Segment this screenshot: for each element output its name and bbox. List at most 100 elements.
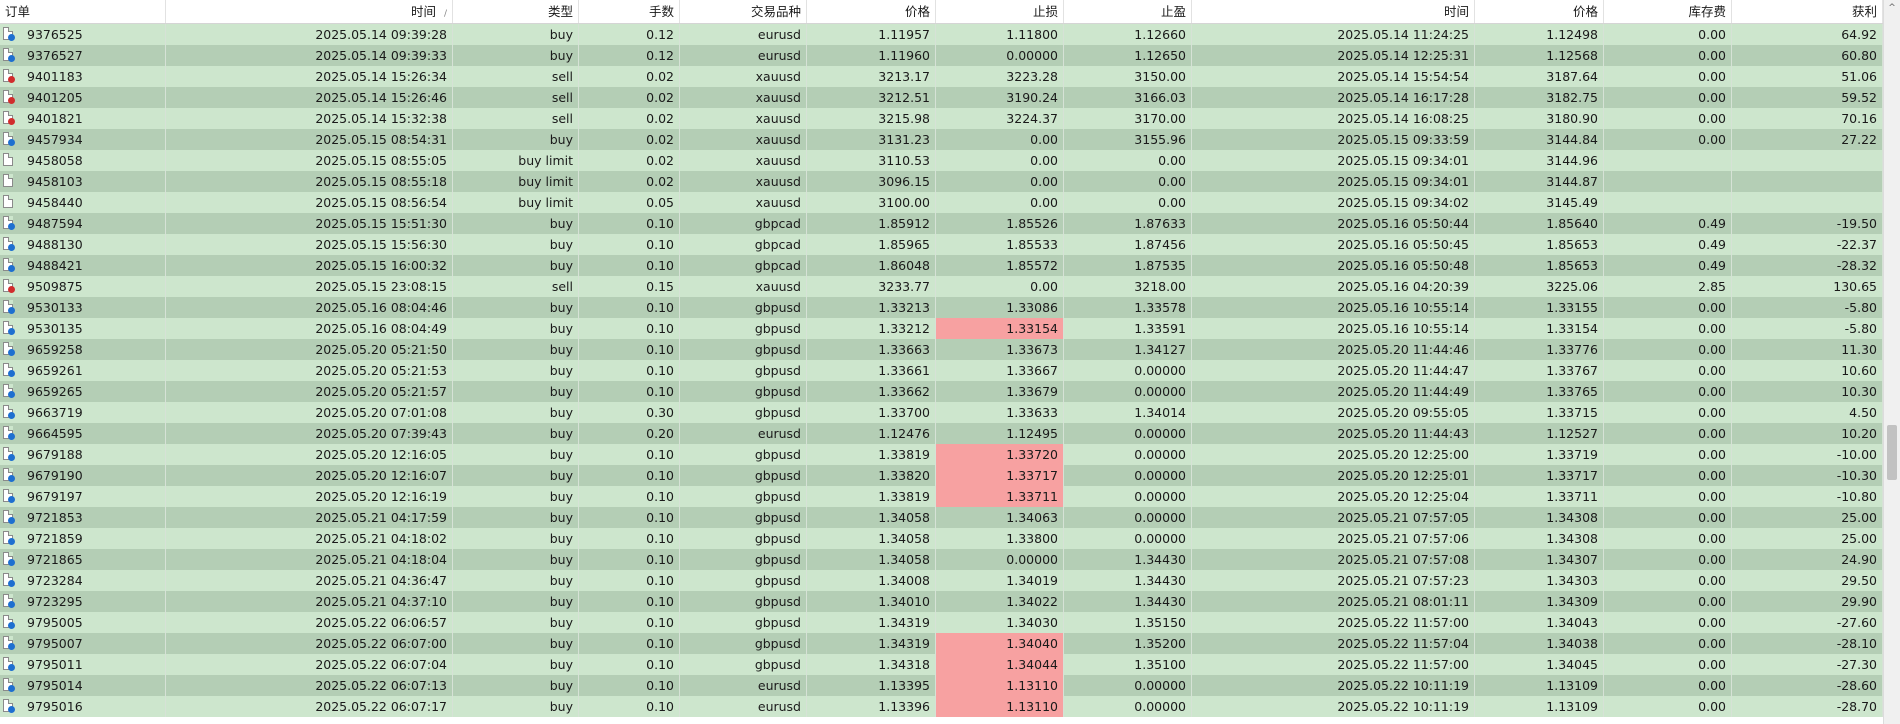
cell-close-price: 1.85653: [1475, 234, 1604, 255]
buy-order-icon: [3, 426, 15, 440]
table-row[interactable]: 9376525 2025.05.14 09:39:28 buy 0.12 eurusd 1…: [0, 24, 1883, 45]
cell-profit: -5.80: [1732, 297, 1883, 318]
table-row[interactable]: 9488421 2025.05.15 16:00:32 buy 0.10 gbpcad 1…: [0, 255, 1883, 276]
table-row[interactable]: 9530135 2025.05.16 08:04:49 buy 0.10 gbpusd 1…: [0, 318, 1883, 339]
buy-order-icon: [3, 384, 15, 398]
table-row[interactable]: 9457934 2025.05.15 08:54:31 buy 0.02 xauusd 3…: [0, 129, 1883, 150]
cell-time: 2025.05.15 23:08:15: [166, 276, 453, 297]
cell-close-time: 2025.05.22 10:11:19: [1192, 675, 1475, 696]
vertical-scrollbar[interactable]: ^: [1883, 0, 1900, 724]
cell-profit: 10.20: [1732, 423, 1883, 444]
table-row[interactable]: 9795016 2025.05.22 06:07:17 buy 0.10 eurusd 1…: [0, 696, 1883, 717]
table-row[interactable]: 9659265 2025.05.20 05:21:57 buy 0.10 gbpusd 1…: [0, 381, 1883, 402]
cell-close-time: 2025.05.20 11:44:46: [1192, 339, 1475, 360]
cell-profit: -27.30: [1732, 654, 1883, 675]
table-row[interactable]: 9401183 2025.05.14 15:26:34 sell 0.02 xauusd…: [0, 66, 1883, 87]
table-row[interactable]: 9795011 2025.05.22 06:07:04 buy 0.10 gbpusd 1…: [0, 654, 1883, 675]
table-row[interactable]: 9795005 2025.05.22 06:06:57 buy 0.10 gbpusd 1…: [0, 612, 1883, 633]
cell-tp: 1.35100: [1064, 654, 1192, 675]
cell-swap: 2.85: [1604, 276, 1732, 297]
table-row[interactable]: 9721865 2025.05.21 04:18:04 buy 0.10 gbpusd 1…: [0, 549, 1883, 570]
cell-time: 2025.05.22 06:07:13: [166, 675, 453, 696]
cell-close-price: 1.13109: [1475, 696, 1604, 717]
cell-profit: -22.37: [1732, 234, 1883, 255]
table-row[interactable]: 9679190 2025.05.20 12:16:07 buy 0.10 gbpusd 1…: [0, 465, 1883, 486]
table-row[interactable]: 9509875 2025.05.15 23:08:15 sell 0.15 xauusd…: [0, 276, 1883, 297]
cell-price: 1.34008: [807, 570, 936, 591]
cell-price: 1.11957: [807, 24, 936, 45]
cell-close-price: 3180.90: [1475, 108, 1604, 129]
header-close-time[interactable]: 时间: [1192, 0, 1475, 23]
header-sl[interactable]: 止损: [936, 0, 1064, 23]
trade-history-grid: 订单 时间 / 类型 手数 交易品种 价格 止损 止盈 时间 价格 库存费 获利 9376525 2025…: [0, 0, 1883, 724]
cell-time: 2025.05.14 15:32:38: [166, 108, 453, 129]
table-row[interactable]: 9488130 2025.05.15 15:56:30 buy 0.10 gbpcad 1…: [0, 234, 1883, 255]
table-row[interactable]: 9663719 2025.05.20 07:01:08 buy 0.30 gbpusd 1…: [0, 402, 1883, 423]
header-swap[interactable]: 库存费: [1604, 0, 1732, 23]
table-row[interactable]: 9679188 2025.05.20 12:16:05 buy 0.10 gbpusd 1…: [0, 444, 1883, 465]
cell-price: 1.85965: [807, 234, 936, 255]
cell-swap: 0.00: [1604, 87, 1732, 108]
table-row[interactable]: 9795014 2025.05.22 06:07:13 buy 0.10 eurusd 1…: [0, 675, 1883, 696]
order-number: 9376525: [27, 27, 83, 42]
table-row[interactable]: 9401821 2025.05.14 15:32:38 sell 0.02 xauusd…: [0, 108, 1883, 129]
cell-order: 9487594: [0, 213, 166, 234]
table-row[interactable]: 9679197 2025.05.20 12:16:19 buy 0.10 gbpusd 1…: [0, 486, 1883, 507]
cell-sl: 3224.37: [936, 108, 1064, 129]
header-close-price[interactable]: 价格: [1475, 0, 1604, 23]
table-row[interactable]: 9721859 2025.05.21 04:18:02 buy 0.10 gbpusd 1…: [0, 528, 1883, 549]
cell-order: 9721859: [0, 528, 166, 549]
table-row[interactable]: 9795007 2025.05.22 06:07:00 buy 0.10 gbpusd 1…: [0, 633, 1883, 654]
header-profit[interactable]: 获利: [1732, 0, 1883, 23]
cell-price: 1.13396: [807, 696, 936, 717]
order-number: 9458103: [27, 174, 83, 189]
cell-sl-hit: 1.13110: [936, 675, 1064, 696]
cell-price: 3215.98: [807, 108, 936, 129]
table-row[interactable]: 9530133 2025.05.16 08:04:46 buy 0.10 gbpusd 1…: [0, 297, 1883, 318]
cell-close-time: 2025.05.20 12:25:00: [1192, 444, 1475, 465]
table-row[interactable]: 9723284 2025.05.21 04:36:47 buy 0.10 gbpusd 1…: [0, 570, 1883, 591]
cell-close-time: 2025.05.21 07:57:06: [1192, 528, 1475, 549]
header-volume[interactable]: 手数: [579, 0, 680, 23]
table-row[interactable]: 9664595 2025.05.20 07:39:43 buy 0.20 eurusd 1…: [0, 423, 1883, 444]
table-row[interactable]: 9659261 2025.05.20 05:21:53 buy 0.10 gbpusd 1…: [0, 360, 1883, 381]
cell-swap: 0.00: [1604, 528, 1732, 549]
cell-profit: 51.06: [1732, 66, 1883, 87]
cell-order: 9376525: [0, 24, 166, 45]
order-number: 9664595: [27, 426, 83, 441]
scrollbar-thumb[interactable]: [1887, 425, 1897, 480]
header-label: 时间: [1443, 4, 1469, 19]
cell-order: 9458440: [0, 192, 166, 213]
table-row[interactable]: 9723295 2025.05.21 04:37:10 buy 0.10 gbpusd 1…: [0, 591, 1883, 612]
cell-profit: [1732, 192, 1883, 213]
table-row[interactable]: 9401205 2025.05.14 15:26:46 sell 0.02 xauusd…: [0, 87, 1883, 108]
cell-close-price: 1.33717: [1475, 465, 1604, 486]
table-row[interactable]: 9659258 2025.05.20 05:21:50 buy 0.10 gbpusd 1…: [0, 339, 1883, 360]
cell-tp: 3218.00: [1064, 276, 1192, 297]
header-tp[interactable]: 止盈: [1064, 0, 1192, 23]
table-row[interactable]: 9458058 2025.05.15 08:55:05 buy limit 0.02 x…: [0, 150, 1883, 171]
cell-order: 9401821: [0, 108, 166, 129]
cell-time: 2025.05.20 05:21:50: [166, 339, 453, 360]
table-row[interactable]: 9376527 2025.05.14 09:39:33 buy 0.12 eurusd 1…: [0, 45, 1883, 66]
header-symbol[interactable]: 交易品种: [680, 0, 807, 23]
table-row[interactable]: 9458440 2025.05.15 08:56:54 buy limit 0.05 x…: [0, 192, 1883, 213]
cell-tp: 0.00000: [1064, 381, 1192, 402]
cell-swap: 0.00: [1604, 129, 1732, 150]
header-time[interactable]: 时间 /: [166, 0, 453, 23]
header-order[interactable]: 订单: [0, 0, 166, 23]
header-price[interactable]: 价格: [807, 0, 936, 23]
table-row[interactable]: 9487594 2025.05.15 15:51:30 buy 0.10 gbpcad 1…: [0, 213, 1883, 234]
cell-tp: 0.00000: [1064, 423, 1192, 444]
cell-time: 2025.05.20 12:16:05: [166, 444, 453, 465]
cell-time: 2025.05.22 06:06:57: [166, 612, 453, 633]
scroll-up-arrow[interactable]: ^: [1884, 0, 1900, 16]
order-number: 9487594: [27, 216, 83, 231]
buy-order-icon: [3, 132, 15, 146]
table-row[interactable]: 9458103 2025.05.15 08:55:18 buy limit 0.02 x…: [0, 171, 1883, 192]
header-type[interactable]: 类型: [453, 0, 579, 23]
cell-close-price: 1.34038: [1475, 633, 1604, 654]
table-row[interactable]: 9721853 2025.05.21 04:17:59 buy 0.10 gbpusd 1…: [0, 507, 1883, 528]
cell-symbol: xauusd: [680, 150, 807, 171]
cell-order: 9458103: [0, 171, 166, 192]
